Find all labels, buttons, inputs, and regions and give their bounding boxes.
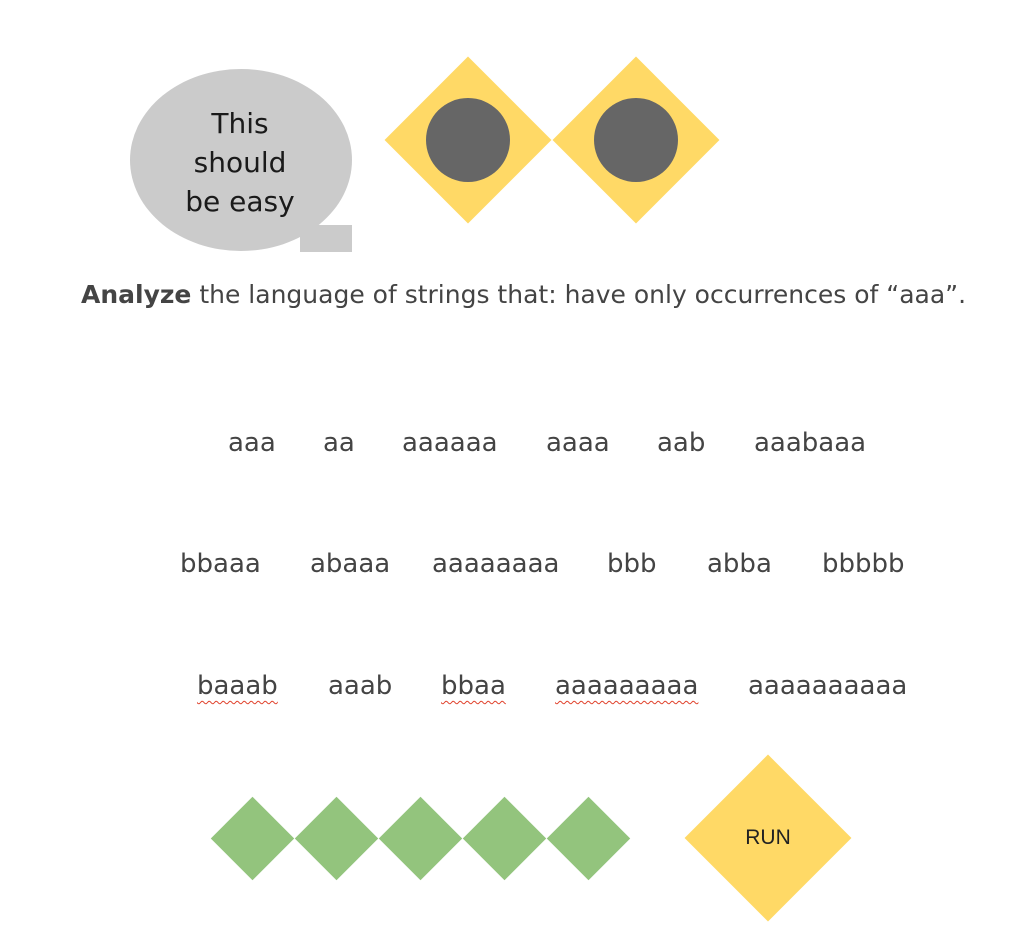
answer-slot[interactable]: [210, 796, 295, 881]
word-token[interactable]: aab: [657, 427, 705, 459]
word-token[interactable]: aa: [323, 427, 355, 459]
word-token[interactable]: bbbbb: [822, 548, 905, 580]
word-token[interactable]: aaaaaaaaaa: [748, 670, 907, 702]
run-button-label[interactable]: RUN: [709, 819, 827, 857]
word-token[interactable]: aaab: [328, 670, 392, 702]
word-token[interactable]: abba: [707, 548, 772, 580]
speech-line: be easy: [185, 185, 295, 218]
word-token[interactable]: bbb: [607, 548, 657, 580]
prompt-verb: Analyze: [81, 280, 192, 309]
speech-line: should: [193, 146, 287, 179]
word-token[interactable]: bbaaa: [180, 548, 261, 580]
answer-slot[interactable]: [294, 796, 379, 881]
task-prompt: Analyze the language of strings that: ha…: [81, 277, 966, 313]
answer-slot[interactable]: [546, 796, 631, 881]
speech-bubble-tail: [300, 225, 352, 252]
word-token[interactable]: aaaaaa: [402, 427, 498, 459]
left-eye-pupil: [426, 98, 510, 182]
word-token[interactable]: bbaa: [441, 670, 506, 702]
word-token[interactable]: aaaa: [546, 427, 610, 459]
word-token[interactable]: aaaaaaaaa: [555, 670, 698, 702]
word-token[interactable]: aaabaaa: [754, 427, 866, 459]
speech-bubble-text: This should be easy: [170, 104, 310, 221]
right-eye-pupil: [594, 98, 678, 182]
word-token[interactable]: abaaa: [310, 548, 390, 580]
answer-slot[interactable]: [462, 796, 547, 881]
word-token[interactable]: aaa: [228, 427, 276, 459]
answer-slot[interactable]: [378, 796, 463, 881]
speech-line: This: [211, 107, 269, 140]
word-token[interactable]: baaab: [197, 670, 278, 702]
prompt-text: the language of strings that: have only …: [191, 280, 967, 309]
word-token[interactable]: aaaaaaaa: [432, 548, 559, 580]
